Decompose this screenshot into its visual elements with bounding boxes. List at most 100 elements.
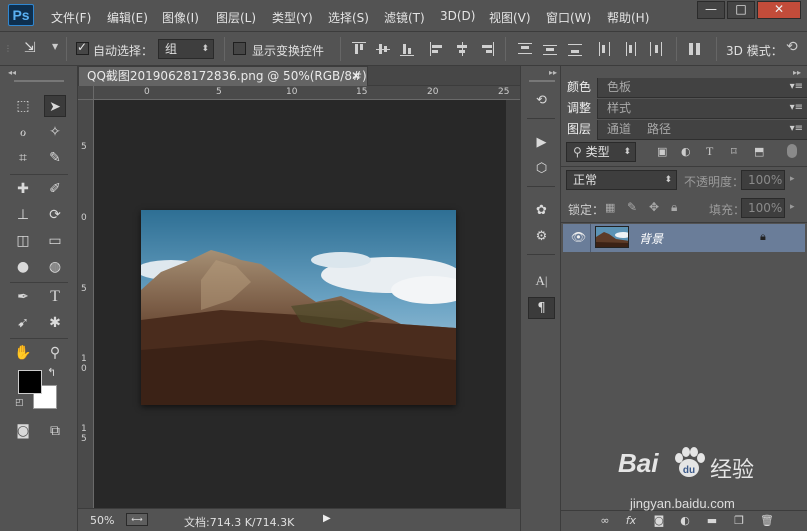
close-document-icon[interactable]: ✕ — [351, 67, 361, 86]
quick-mask-icon[interactable]: ◙ — [12, 420, 34, 442]
hand-tool-icon[interactable]: ✋ — [12, 342, 34, 364]
gradient-tool-icon[interactable]: ▭ — [44, 230, 66, 252]
swap-colors-icon[interactable]: ↰ — [47, 366, 56, 379]
menu-image[interactable]: 图像(I) — [162, 9, 199, 26]
marquee-tool-icon[interactable]: ⬚ — [12, 95, 34, 117]
lock-transparency-icon[interactable]: ▦ — [605, 201, 615, 214]
dodge-tool-icon[interactable]: ◍ — [44, 256, 66, 278]
actions-play-icon[interactable]: ▶ — [528, 132, 555, 154]
lock-position-icon[interactable]: ✥ — [649, 200, 659, 214]
history-panel-icon[interactable]: ⟲ — [528, 90, 555, 112]
auto-select-dropdown[interactable]: 组 ⬍ — [158, 39, 214, 59]
distribute-right-icon[interactable] — [648, 42, 662, 56]
clone-stamp-tool-icon[interactable]: ⊥ — [12, 204, 34, 226]
menu-help[interactable]: 帮助(H) — [607, 9, 649, 26]
show-transform-checkbox[interactable] — [233, 42, 246, 55]
layer-row-background[interactable]: 👁︎ 背景 🔒︎ — [563, 224, 805, 252]
align-vcenter-icon[interactable] — [376, 42, 390, 56]
lock-all-icon[interactable]: 🔒︎ — [671, 200, 677, 215]
tab-color[interactable]: 颜色 — [561, 78, 599, 98]
align-top-icon[interactable] — [352, 42, 366, 56]
character-panel-icon[interactable]: A| — [528, 270, 555, 292]
expand-icon[interactable]: ▸▸ — [549, 68, 557, 77]
zoom-tool-icon[interactable]: ⚲ — [44, 342, 66, 364]
distribute-left-icon[interactable] — [598, 42, 612, 56]
filter-pixel-icon[interactable]: ▣ — [657, 145, 667, 158]
default-colors-icon[interactable]: ◰ — [15, 398, 24, 408]
screen-mode-icon[interactable]: ⧉ — [44, 420, 66, 442]
healing-brush-tool-icon[interactable]: ✚ — [12, 178, 34, 200]
menu-select[interactable]: 选择(S) — [328, 9, 369, 26]
menu-layer[interactable]: 图层(L) — [216, 9, 256, 26]
path-selection-tool-icon[interactable]: ➹ — [12, 312, 34, 334]
eyedropper-tool-icon[interactable]: ✎ — [44, 147, 66, 169]
foreground-color-swatch[interactable] — [18, 370, 42, 394]
panel-menu-icon[interactable]: ▾≡ — [790, 123, 803, 134]
menu-type[interactable]: 类型(Y) — [272, 9, 313, 26]
zoom-level[interactable]: 50% — [90, 514, 114, 527]
auto-select-checkbox[interactable] — [76, 40, 89, 55]
brush-tool-icon[interactable]: ✐ — [44, 178, 66, 200]
3d-rotate-icon[interactable]: ⟲ — [786, 39, 798, 55]
blur-tool-icon[interactable]: ● — [12, 256, 34, 278]
crop-tool-icon[interactable]: ⌗ — [12, 147, 34, 169]
eraser-tool-icon[interactable]: ◫ — [12, 230, 34, 252]
close-button[interactable]: ✕ — [757, 1, 801, 19]
distribute-hcenter-icon[interactable] — [623, 42, 637, 56]
eye-visibility-icon[interactable]: 👁︎ — [571, 230, 586, 244]
move-tool-icon[interactable]: ➤ — [44, 95, 66, 117]
filter-shape-icon[interactable]: ⌑ — [731, 145, 737, 158]
tab-styles[interactable]: 样式 — [601, 99, 637, 119]
menu-window[interactable]: 窗口(W) — [546, 9, 591, 26]
align-right-icon[interactable] — [480, 42, 494, 56]
collapse-panels-icon[interactable]: ▸▸ — [793, 68, 801, 77]
custom-shape-tool-icon[interactable]: ✱ — [44, 312, 66, 334]
distribute-vcenter-icon[interactable] — [543, 42, 557, 56]
filter-type-icon[interactable]: T — [706, 144, 713, 159]
menu-filter[interactable]: 滤镜(T) — [384, 9, 425, 26]
tab-adjustments[interactable]: 调整 — [561, 99, 599, 119]
maximize-button[interactable]: □ — [727, 1, 755, 19]
paragraph-panel-icon[interactable]: ¶ — [528, 297, 555, 319]
menu-view[interactable]: 视图(V) — [489, 9, 531, 26]
auto-align-icon[interactable] — [688, 42, 702, 56]
tab-channels[interactable]: 通道 — [601, 120, 637, 140]
distribute-top-icon[interactable] — [518, 42, 532, 56]
status-menu-arrow-icon[interactable]: ▶ — [323, 513, 331, 524]
layer-filter-dropdown[interactable]: ⚲ 类型 ⬍ — [566, 142, 636, 162]
chevron-down-icon[interactable]: ▼ — [52, 42, 58, 51]
filter-smart-object-icon[interactable]: ⬒ — [754, 145, 764, 158]
lasso-tool-icon[interactable]: ℴ — [12, 121, 34, 143]
layer-name[interactable]: 背景 — [639, 230, 663, 247]
tool-presets-icon[interactable]: ⚙ — [528, 226, 555, 248]
minimize-button[interactable]: — — [697, 1, 725, 19]
tab-layers[interactable]: 图层 — [561, 120, 599, 140]
ruler-origin[interactable] — [78, 86, 94, 100]
collapse-icon[interactable]: ◂◂ — [8, 68, 16, 77]
tab-paths[interactable]: 路径 — [641, 120, 677, 140]
menu-file[interactable]: 文件(F) — [51, 9, 91, 26]
blend-mode-dropdown[interactable]: 正常 ⬍ — [566, 170, 677, 190]
vertical-scrollbar[interactable] — [506, 100, 520, 508]
fill-input[interactable]: 100% — [741, 198, 785, 218]
fill-arrow-icon[interactable]: ▸ — [790, 202, 795, 212]
zoom-preview-icon[interactable]: ⟷ — [126, 513, 148, 526]
filter-toggle-icon[interactable] — [787, 144, 797, 158]
type-tool-icon[interactable]: T — [44, 286, 66, 308]
3d-panel-icon[interactable]: ⬡ — [528, 158, 555, 180]
panel-menu-icon[interactable]: ▾≡ — [790, 81, 803, 92]
opacity-arrow-icon[interactable]: ▸ — [790, 174, 795, 184]
filter-adjustment-icon[interactable]: ◐ — [681, 145, 691, 158]
vertical-ruler[interactable]: 5 0 5 1 0 1 5 — [78, 100, 94, 508]
distribute-bottom-icon[interactable] — [568, 42, 582, 56]
align-hcenter-icon[interactable] — [455, 42, 469, 56]
document-tab[interactable]: QQ截图20190628172836.png @ 50%(RGB/8#) * ✕ — [78, 66, 377, 86]
link-layers-icon[interactable]: ∞ — [597, 514, 613, 528]
document-image[interactable] — [141, 210, 456, 405]
opacity-input[interactable]: 100% — [741, 170, 785, 190]
panel-menu-icon[interactable]: ▾≡ — [790, 102, 803, 113]
horizontal-ruler[interactable]: 0 5 10 15 20 25 — [94, 86, 520, 100]
menu-3d[interactable]: 3D(D) — [440, 9, 475, 23]
align-left-icon[interactable] — [430, 42, 444, 56]
history-brush-tool-icon[interactable]: ⟳ — [44, 204, 66, 226]
